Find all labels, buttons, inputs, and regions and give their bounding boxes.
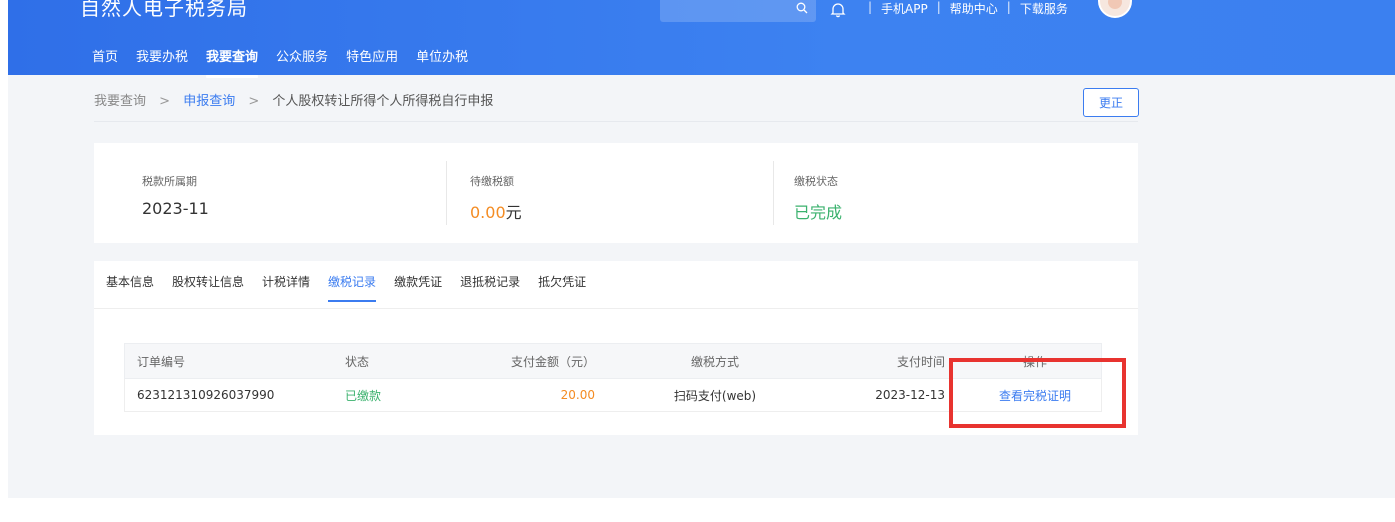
bell-icon[interactable] (830, 2, 846, 18)
pending-unit: 元 (505, 203, 522, 222)
breadcrumb-separator: > (159, 94, 171, 109)
col-status: 状态 (345, 354, 370, 369)
main-nav: 首页 我要办税 我要查询 公众服务 特色应用 单位办税 (92, 48, 486, 78)
time-cell: 2023-12-13 (875, 388, 945, 402)
status-cell: 已缴款 (345, 388, 382, 403)
tab-equity-transfer-info[interactable]: 股权转让信息 (172, 273, 244, 302)
avatar[interactable] (1098, 0, 1132, 18)
summary-card: 税款所属期 2023-11 待缴税额 0.00元 缴税状态 已完成 (94, 143, 1138, 243)
method-cell: 扫码支付(web) (673, 388, 757, 403)
separator: | (936, 0, 941, 14)
col-operation: 操作 (1022, 354, 1047, 369)
order-no-cell: 623121310926037990 (137, 388, 275, 402)
nav-unit-tax[interactable]: 单位办税 (416, 48, 468, 75)
view-tax-certificate-link[interactable]: 查看完税证明 (975, 379, 1095, 411)
payment-records-table: 订单编号 状态 支付金额（元） 缴税方式 支付时间 操作 62312131092… (124, 343, 1102, 412)
table-row: 623121310926037990 已缴款 20.00 扫码支付(web) 2… (124, 379, 1102, 412)
search-input[interactable] (660, 0, 816, 22)
tab-payment-records[interactable]: 缴税记录 (328, 273, 377, 302)
site-title: 自然人电子税务局 (80, 0, 248, 20)
col-order-no: 订单编号 (137, 354, 186, 369)
breadcrumb-root[interactable]: 我要查询 (94, 94, 146, 109)
breadcrumb-current: 个人股权转让所得个人所得税自行申报 (272, 94, 494, 109)
help-center-link[interactable]: 帮助中心 (950, 0, 998, 17)
amount-cell: 20.00 (560, 388, 595, 402)
pending-amount: 0.00 (470, 203, 506, 222)
breadcrumb-divider (94, 121, 1138, 122)
correct-button[interactable]: 更正 (1083, 88, 1139, 117)
pending-label: 待缴税额 (470, 175, 514, 188)
search-icon[interactable] (796, 2, 808, 14)
status-label: 缴税状态 (794, 175, 838, 188)
mobile-app-link[interactable]: 手机APP (881, 0, 928, 17)
breadcrumb-parent[interactable]: 申报查询 (183, 94, 235, 109)
tab-payment-voucher[interactable]: 缴款凭证 (394, 273, 442, 302)
nav-query[interactable]: 我要查询 (206, 48, 259, 78)
page: 自然人电子税务局 | 手机APP | 帮助中心 | 下载服务 首页 我要办税 我… (0, 0, 1395, 522)
period-value: 2023-11 (142, 199, 209, 218)
col-time: 支付时间 (896, 354, 945, 369)
detail-tabs: 基本信息 股权转让信息 计税详情 缴税记录 缴款凭证 退抵税记录 抵欠凭证 (106, 273, 604, 302)
tab-arrears-voucher[interactable]: 抵欠凭证 (538, 273, 586, 302)
tab-basic-info[interactable]: 基本信息 (106, 273, 154, 302)
download-service-link[interactable]: 下载服务 (1020, 0, 1068, 17)
table-header: 订单编号 状态 支付金额（元） 缴税方式 支付时间 操作 (124, 343, 1102, 379)
top-header: 自然人电子税务局 | 手机APP | 帮助中心 | 下载服务 首页 我要办税 我… (8, 0, 1395, 78)
avatar-face-icon (1108, 0, 1122, 9)
summary-divider (446, 161, 447, 225)
tab-tax-calculation[interactable]: 计税详情 (262, 273, 310, 302)
col-amount: 支付金额（元） (510, 354, 595, 369)
breadcrumb-separator: > (248, 94, 260, 109)
col-method: 缴税方式 (690, 354, 739, 369)
status-value: 已完成 (794, 203, 843, 222)
nav-featured-apps[interactable]: 特色应用 (346, 48, 398, 75)
breadcrumb: 我要查询 > 申报查询 > 个人股权转让所得个人所得税自行申报 (94, 90, 493, 109)
detail-card: 基本信息 股权转让信息 计税详情 缴税记录 缴款凭证 退抵税记录 抵欠凭证 订单… (94, 261, 1138, 435)
tab-refund-records[interactable]: 退抵税记录 (460, 273, 520, 302)
summary-divider (773, 161, 774, 225)
period-label: 税款所属期 (142, 175, 197, 188)
nav-public-service[interactable]: 公众服务 (276, 48, 328, 75)
tabs-divider (94, 308, 1138, 309)
top-links: | 手机APP | 帮助中心 | 下载服务 (859, 0, 1068, 20)
separator: | (1006, 0, 1011, 14)
nav-home[interactable]: 首页 (92, 48, 118, 75)
separator: | (868, 0, 873, 14)
nav-tax-handling[interactable]: 我要办税 (136, 48, 188, 75)
pending-value: 0.00元 (470, 199, 522, 223)
